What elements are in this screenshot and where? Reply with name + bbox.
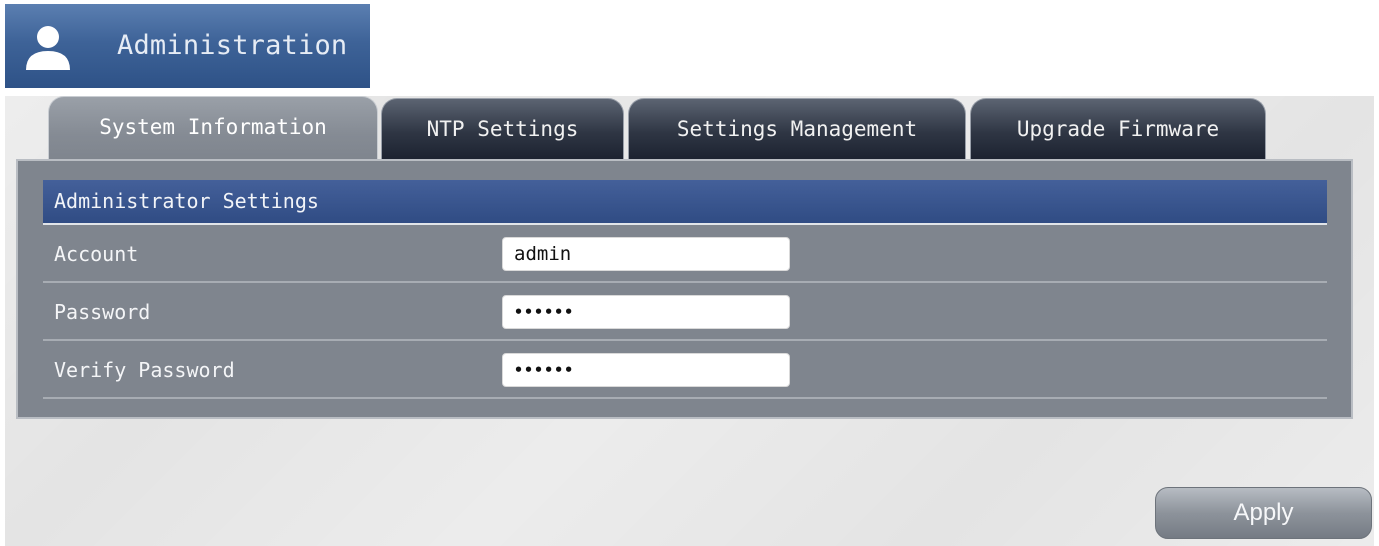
tab-ntp-settings[interactable]: NTP Settings	[381, 98, 624, 160]
page-title: Administration	[117, 30, 348, 61]
system-information-panel: Administrator Settings Account Password …	[16, 159, 1353, 419]
admin-frame: System Information NTP Settings Settings…	[5, 96, 1374, 546]
apply-button[interactable]: Apply	[1155, 487, 1372, 539]
section-title: Administrator Settings	[43, 180, 1327, 225]
account-row: Account	[43, 225, 1327, 283]
tab-upgrade-firmware[interactable]: Upgrade Firmware	[970, 98, 1266, 160]
verify-password-label: Verify Password	[54, 358, 235, 382]
password-row: Password	[43, 283, 1327, 341]
administration-page: Administration System Information NTP Se…	[0, 0, 1379, 546]
password-input[interactable]	[502, 295, 790, 329]
account-input[interactable]	[502, 237, 790, 271]
tab-system-information[interactable]: System Information	[48, 96, 378, 160]
user-icon	[26, 26, 70, 70]
password-label: Password	[54, 300, 151, 324]
verify-password-input[interactable]	[502, 353, 790, 387]
tab-settings-management[interactable]: Settings Management	[628, 98, 966, 160]
verify-password-row: Verify Password	[43, 341, 1327, 399]
account-label: Account	[54, 242, 139, 266]
page-header: Administration	[5, 4, 370, 88]
